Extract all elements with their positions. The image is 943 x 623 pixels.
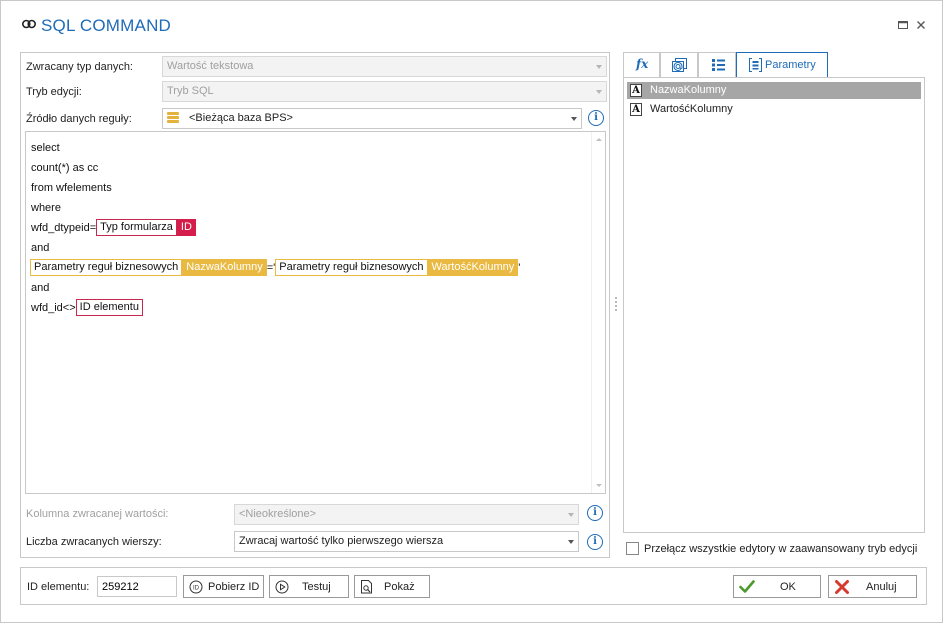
info-icon[interactable]: i [588,110,604,126]
play-icon [275,580,289,594]
return-type-label: Zwracany typ danych: [26,61,133,73]
param-token-badge[interactable]: WartośćKolumny [427,259,519,276]
text-type-icon: A [630,103,642,116]
maximize-icon [898,21,908,29]
test-label: Testuj [302,581,331,593]
tab-parameters[interactable]: Parametry [736,52,828,78]
list-icon [712,59,725,71]
code-text: ' [518,262,521,274]
checkmark-icon [739,580,755,593]
chevron-down-icon [568,513,574,517]
code-line: wfd_id<> ID elementu [31,299,143,317]
edit-mode-select[interactable]: Tryb SQL [162,81,607,102]
tab-functions[interactable]: fx [623,52,660,77]
svg-text:ID: ID [193,586,200,592]
fetch-id-button[interactable]: ID Pobierz ID [183,575,264,598]
tab-list[interactable] [698,52,736,77]
link-icon [22,19,36,29]
function-icon: fx [636,57,649,71]
param-token[interactable]: Parametry reguł biznesowych [275,259,428,276]
ok-label: OK [780,581,796,593]
return-column-select[interactable]: <Nieokreślone> [234,504,579,525]
return-column-label: Kolumna zwracanej wartości: [26,508,169,520]
title-bar: SQL COMMAND [1,1,942,51]
close-icon [917,21,925,29]
advanced-mode-label: Przełącz wszystkie edytory w zaawansowan… [644,543,918,555]
source-label: Źródło danych reguły: [26,113,132,125]
tab-variables[interactable] [660,52,698,77]
ok-button[interactable]: OK [733,575,821,598]
param-token-badge[interactable]: NazwaKolumny [182,259,267,276]
row-count-select[interactable]: Zwracaj wartość tylko pierwszego wiersza [234,531,579,552]
editor-scrollbar[interactable] [591,132,605,493]
chevron-down-icon [568,540,574,544]
return-type-value: Wartość tekstowa [167,60,254,72]
row-count-label: Liczba zwracanych wierszy: [26,536,162,548]
test-button[interactable]: Testuj [269,575,349,598]
at-sign-icon [672,58,687,72]
panel-splitter[interactable] [615,297,618,313]
code-line: Parametry reguł biznesowych NazwaKolumny =… [30,259,520,277]
code-text: wfd_dtypeid= [31,222,97,234]
dialog-title: SQL COMMAND [41,16,172,35]
fetch-id-label: Pobierz ID [208,581,260,593]
scroll-up-icon[interactable] [596,138,602,141]
scroll-down-icon[interactable] [596,484,602,487]
chevron-down-icon [596,90,602,94]
code-line: wfd_dtypeid= Typ formularza ID [31,219,196,237]
parameters-icon [749,58,762,72]
cancel-x-icon [835,580,849,594]
row-count-value: Zwracaj wartość tylko pierwszego wiersza [239,535,444,547]
source-value: <Bieżąca baza BPS> [189,112,293,124]
code-line: select [31,142,60,154]
source-select[interactable]: <Bieżąca baza BPS> [162,108,582,129]
advanced-mode-checkbox[interactable] [626,542,639,555]
form-type-token[interactable]: Typ formularza [96,219,177,236]
id-icon: ID [189,580,203,594]
element-id-label: ID elementu: [27,581,90,593]
show-label: Pokaż [384,581,415,593]
code-line: and [31,282,50,294]
element-id-input[interactable] [97,576,177,597]
list-item[interactable]: A NazwaKolumny [627,82,921,99]
code-line: from wfelements [31,182,112,194]
bottom-toolbar: ID elementu: ID Pobierz ID Testuj Pokaż [20,567,927,605]
parameter-name: NazwaKolumny [650,84,727,96]
parameter-name: WartośćKolumny [650,103,733,115]
form-type-token-badge[interactable]: ID [176,219,196,236]
return-type-select[interactable]: Wartość tekstowa [162,56,607,77]
sql-command-dialog: SQL COMMAND Zwracany typ danych: Wartość… [0,0,943,623]
list-item[interactable]: A WartośćKolumny [627,101,921,118]
sql-editor-panel: Zwracany typ danych: Wartość tekstowa Tr… [20,52,610,558]
cancel-button[interactable]: Anuluj [828,575,917,598]
cancel-label: Anuluj [866,581,897,593]
code-line: and [31,242,50,254]
text-type-icon: A [630,84,642,97]
show-button[interactable]: Pokaż [354,575,430,598]
document-search-icon [361,580,372,594]
code-line: where [31,202,61,214]
element-id-token[interactable]: ID elementu [75,299,143,316]
close-button[interactable] [915,20,927,32]
edit-mode-value: Tryb SQL [167,85,214,97]
parameters-list: A NazwaKolumny A WartośćKolumny [623,77,925,533]
info-icon[interactable]: i [587,534,603,550]
code-text: wfd_id<> [31,302,76,314]
return-column-value: <Nieokreślone> [239,508,317,520]
sql-code-editor[interactable]: select count(*) as cc from wfelements wh… [25,131,606,494]
param-token[interactable]: Parametry reguł biznesowych [30,259,183,276]
code-line: count(*) as cc [31,162,99,174]
code-text: =' [266,262,276,274]
database-icon [167,112,179,125]
info-icon[interactable]: i [587,505,603,521]
edit-mode-label: Tryb edycji: [26,86,82,98]
chevron-down-icon [596,65,602,69]
tab-parameters-label: Parametry [765,59,816,71]
maximize-button[interactable] [897,20,909,32]
chevron-down-icon [571,117,577,121]
